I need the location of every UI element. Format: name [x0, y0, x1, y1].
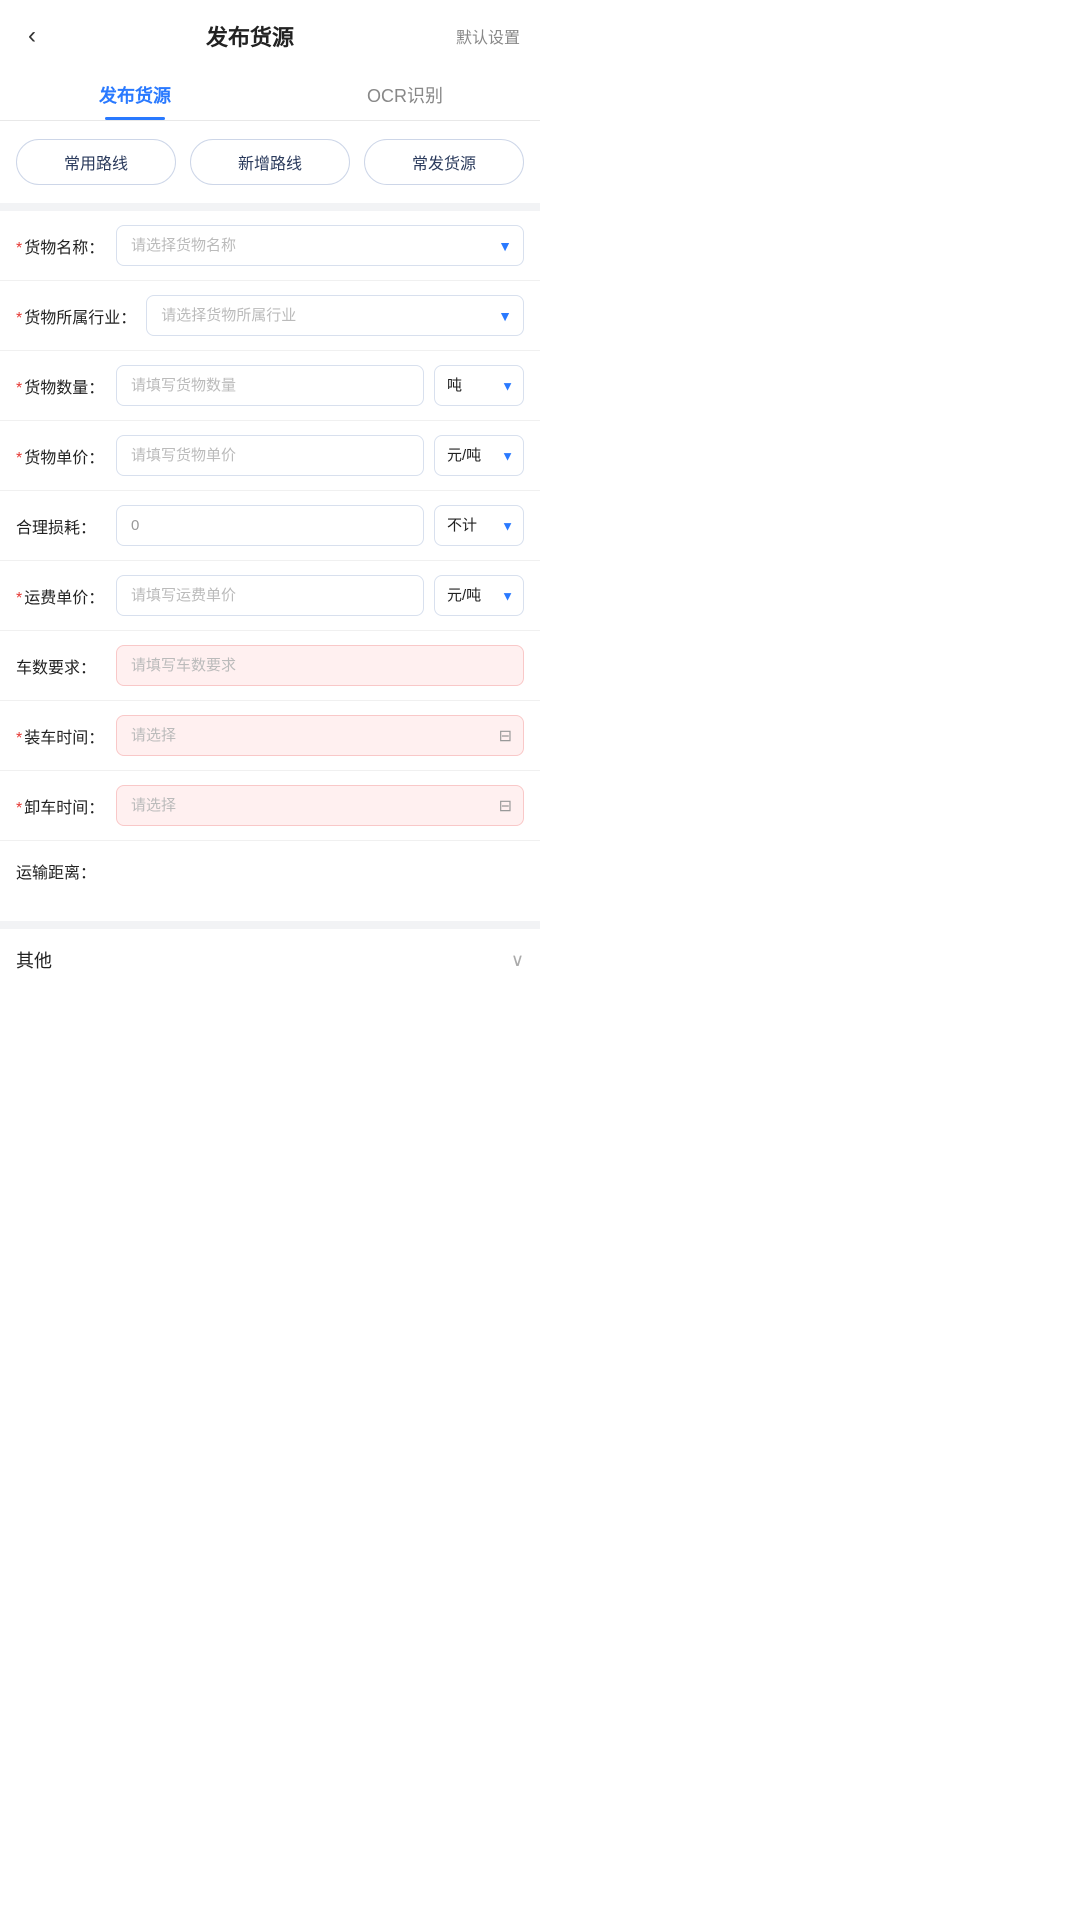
loss-row: 合理损耗： 不计 % 吨 ▼	[0, 491, 540, 561]
form-body: *货物名称： ▼ *货物所属行业： ▼ *货物数量： 吨 件 箱 车	[0, 211, 540, 921]
cargo-quantity-input[interactable]	[116, 365, 424, 406]
transport-distance-row: 运输距离：	[0, 841, 540, 901]
header: ‹ 发布货源 默认设置	[0, 0, 540, 66]
freight-price-input-wrap	[116, 575, 424, 616]
car-count-row: 车数要求：	[0, 631, 540, 701]
cargo-industry-input-wrap: ▼	[146, 295, 524, 336]
load-time-input-wrap: ⊟	[116, 715, 524, 756]
other-section-chevron-icon: ∨	[511, 950, 524, 971]
back-button[interactable]: ‹	[20, 18, 44, 54]
loss-label: 合理损耗：	[16, 514, 106, 538]
cargo-quantity-row: *货物数量： 吨 件 箱 车 ▼	[0, 351, 540, 421]
loss-input-wrap	[116, 505, 424, 546]
cargo-industry-label: *货物所属行业：	[16, 304, 136, 328]
car-count-input[interactable]	[116, 645, 524, 686]
loss-unit-select[interactable]: 不计 % 吨	[434, 505, 524, 546]
other-section[interactable]: 其他 ∨	[0, 921, 540, 991]
freight-price-row: *运费单价： 元/吨 元/件 元/车 ▼	[0, 561, 540, 631]
cargo-quantity-unit-wrap: 吨 件 箱 车 ▼	[434, 365, 524, 406]
cargo-price-label: *货物单价：	[16, 444, 106, 468]
default-settings-button[interactable]: 默认设置	[456, 24, 520, 48]
cargo-industry-row: *货物所属行业： ▼	[0, 281, 540, 351]
other-section-label: 其他	[16, 947, 52, 973]
cargo-industry-input[interactable]	[146, 295, 524, 336]
cargo-name-input-wrap: ▼	[116, 225, 524, 266]
cargo-price-input[interactable]	[116, 435, 424, 476]
quick-buttons-bar: 常用路线 新增路线 常发货源	[0, 121, 540, 211]
load-time-label: *装车时间：	[16, 724, 106, 748]
tab-ocr[interactable]: OCR识别	[270, 66, 540, 120]
cargo-name-label: *货物名称：	[16, 234, 106, 258]
cargo-price-row: *货物单价： 元/吨 元/件 元/箱 ▼	[0, 421, 540, 491]
common-route-button[interactable]: 常用路线	[16, 139, 176, 185]
transport-distance-label: 运输距离：	[16, 859, 106, 883]
cargo-quantity-label: *货物数量：	[16, 374, 106, 398]
common-cargo-button[interactable]: 常发货源	[364, 139, 524, 185]
freight-price-label: *运费单价：	[16, 584, 106, 608]
page-title: 发布货源	[206, 20, 294, 52]
unload-time-input[interactable]	[116, 785, 524, 826]
unload-time-row: *卸车时间： ⊟	[0, 771, 540, 841]
cargo-price-unit-select[interactable]: 元/吨 元/件 元/箱	[434, 435, 524, 476]
tab-publish[interactable]: 发布货源	[0, 66, 270, 120]
car-count-input-wrap	[116, 645, 524, 686]
loss-unit-wrap: 不计 % 吨 ▼	[434, 505, 524, 546]
cargo-quantity-input-wrap	[116, 365, 424, 406]
car-count-label: 车数要求：	[16, 654, 106, 678]
cargo-price-unit-wrap: 元/吨 元/件 元/箱 ▼	[434, 435, 524, 476]
cargo-price-input-wrap	[116, 435, 424, 476]
cargo-name-row: *货物名称： ▼	[0, 211, 540, 281]
unload-time-input-wrap: ⊟	[116, 785, 524, 826]
load-time-input[interactable]	[116, 715, 524, 756]
freight-price-input[interactable]	[116, 575, 424, 616]
freight-price-unit-wrap: 元/吨 元/件 元/车 ▼	[434, 575, 524, 616]
cargo-quantity-unit-select[interactable]: 吨 件 箱 车	[434, 365, 524, 406]
loss-input[interactable]	[116, 505, 424, 546]
unload-time-label: *卸车时间：	[16, 794, 106, 818]
freight-price-unit-select[interactable]: 元/吨 元/件 元/车	[434, 575, 524, 616]
tab-bar: 发布货源 OCR识别	[0, 66, 540, 121]
cargo-name-input[interactable]	[116, 225, 524, 266]
load-time-row: *装车时间： ⊟	[0, 701, 540, 771]
new-route-button[interactable]: 新增路线	[190, 139, 350, 185]
